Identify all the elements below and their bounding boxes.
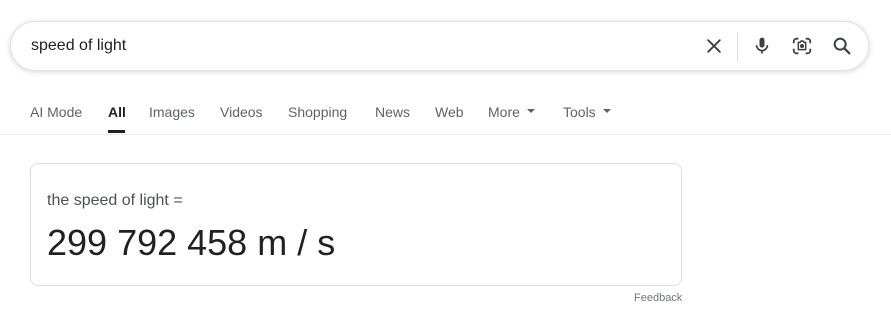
search-tabs: AI Mode All Images Videos Shopping News … <box>0 92 891 135</box>
tab-ai-mode[interactable]: AI Mode <box>30 104 82 120</box>
camera-lens-icon <box>792 37 812 55</box>
tab-all[interactable]: All <box>108 104 126 120</box>
unit-converter-card: the speed of light = 299 792 458 m / s <box>30 163 682 286</box>
chevron-down-icon <box>602 109 611 114</box>
tab-more[interactable]: More <box>488 104 535 120</box>
tab-tools-label: Tools <box>563 104 596 120</box>
close-icon <box>707 39 721 53</box>
microphone-icon <box>755 37 769 54</box>
tab-web[interactable]: Web <box>435 104 464 120</box>
feedback-link[interactable]: Feedback <box>634 292 682 304</box>
search-input[interactable] <box>31 22 671 70</box>
tab-videos[interactable]: Videos <box>220 104 263 120</box>
clear-search-button[interactable] <box>702 34 726 58</box>
active-tab-indicator <box>108 130 125 133</box>
chevron-down-icon <box>526 109 535 114</box>
search-bar-divider <box>737 32 738 62</box>
tab-images[interactable]: Images <box>149 104 195 120</box>
voice-search-button[interactable] <box>750 34 774 58</box>
result-label: the speed of light = <box>47 192 183 209</box>
search-bar <box>10 21 869 71</box>
search-icon <box>833 37 851 55</box>
tab-shopping[interactable]: Shopping <box>288 104 347 120</box>
tab-news[interactable]: News <box>375 104 410 120</box>
result-value: 299 792 458 m / s <box>47 222 336 263</box>
tab-tools[interactable]: Tools <box>563 104 611 120</box>
search-submit-button[interactable] <box>830 34 854 58</box>
lens-search-button[interactable] <box>790 34 814 58</box>
tab-more-label: More <box>488 104 520 120</box>
